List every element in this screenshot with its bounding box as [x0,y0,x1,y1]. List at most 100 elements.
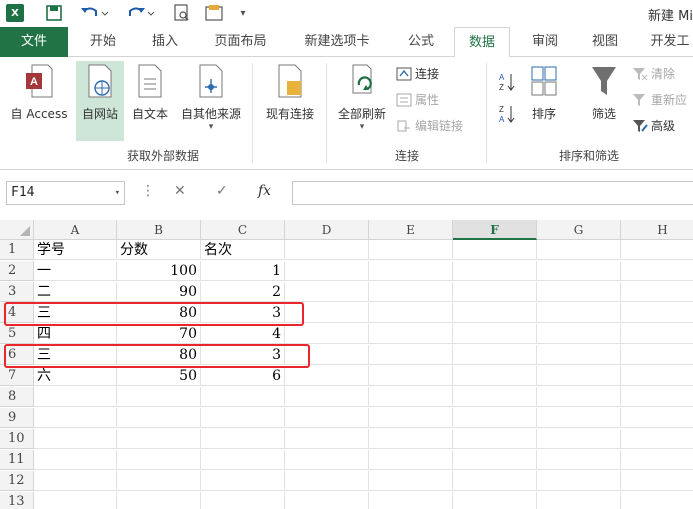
existing-connections-button[interactable]: 现有连接 [258,61,322,141]
cell[interactable] [285,345,369,365]
cell[interactable] [621,345,693,365]
cell[interactable]: 3 [201,303,285,323]
cell[interactable] [201,471,285,491]
cell[interactable] [537,345,621,365]
other-sources-dropdown-icon[interactable]: ▾ [174,122,248,132]
sort-button[interactable]: 排序 [524,61,564,141]
row-header[interactable]: 11 [0,450,34,470]
cell[interactable] [453,366,537,386]
cell[interactable] [201,450,285,470]
cell[interactable]: 四 [34,324,117,344]
cell[interactable] [117,408,201,428]
tab-new-tab[interactable]: 新建选项卡 [292,27,382,57]
sort-descending-button[interactable]: ZA [498,103,516,125]
cell[interactable]: 1 [201,261,285,281]
cell[interactable]: 4 [201,324,285,344]
cell[interactable] [369,387,453,407]
tab-page-layout[interactable]: 页面布局 [203,27,278,57]
refresh-all-button[interactable]: 全部刷新 ▾ [332,61,392,141]
cell[interactable]: 70 [117,324,201,344]
cell[interactable] [453,303,537,323]
cell[interactable] [117,471,201,491]
cell[interactable] [537,282,621,302]
cell[interactable] [285,282,369,302]
cell[interactable]: 6 [201,366,285,386]
undo-icon[interactable] [78,4,112,22]
tab-formulas[interactable]: 公式 [396,27,446,57]
cell[interactable] [285,408,369,428]
cell[interactable] [117,492,201,509]
cell[interactable] [537,240,621,260]
cell[interactable] [201,408,285,428]
tab-review[interactable]: 审阅 [520,27,570,57]
save-icon[interactable] [44,4,64,22]
row-header[interactable]: 8 [0,387,34,407]
filter-button[interactable]: 筛选 [584,61,624,141]
cell[interactable] [621,366,693,386]
name-box[interactable]: F14 ▾ [6,181,125,205]
cell[interactable] [369,492,453,509]
column-header-h[interactable]: H [621,220,693,240]
from-access-button[interactable]: A 自 Access [4,61,74,141]
cell[interactable] [117,387,201,407]
cell[interactable] [621,429,693,449]
print-preview-icon[interactable] [172,4,192,22]
cell[interactable] [621,324,693,344]
edit-links-button[interactable]: 编辑链接 [396,115,463,137]
row-header[interactable]: 2 [0,261,34,281]
row-header[interactable]: 5 [0,324,34,344]
cell[interactable]: 学号 [34,240,117,260]
cell[interactable]: 二 [34,282,117,302]
refresh-dropdown-icon[interactable]: ▾ [332,122,392,132]
clear-filter-button[interactable]: 清除 [632,63,675,85]
cell[interactable] [537,366,621,386]
redo-icon[interactable] [124,4,158,22]
cell[interactable] [201,429,285,449]
cell[interactable]: 分数 [117,240,201,260]
cell[interactable] [369,450,453,470]
cell[interactable] [369,366,453,386]
cell[interactable]: 一 [34,261,117,281]
cell[interactable] [369,408,453,428]
row-header[interactable]: 1 [0,240,34,260]
column-header-f[interactable]: F [453,220,537,240]
cell[interactable] [285,492,369,509]
cell[interactable] [537,387,621,407]
cell[interactable] [453,261,537,281]
formula-input[interactable] [292,181,693,205]
cell[interactable] [369,324,453,344]
cell[interactable] [201,492,285,509]
properties-button[interactable]: 属性 [396,89,439,111]
tab-view[interactable]: 视图 [580,27,630,57]
from-other-sources-button[interactable]: 自其他来源 ▾ [174,61,248,141]
row-header[interactable]: 12 [0,471,34,491]
cell[interactable] [453,429,537,449]
reapply-filter-button[interactable]: 重新应 [632,89,687,111]
cell[interactable] [369,240,453,260]
row-header[interactable]: 13 [0,492,34,509]
tab-insert[interactable]: 插入 [140,27,190,57]
cell[interactable]: 2 [201,282,285,302]
cell[interactable] [537,492,621,509]
column-header-e[interactable]: E [369,220,453,240]
tab-developer[interactable]: 开发工 [640,27,693,57]
cell[interactable] [201,387,285,407]
cell[interactable] [453,471,537,491]
cell[interactable] [34,387,117,407]
quick-tool-icon[interactable] [204,4,226,22]
cell[interactable] [537,450,621,470]
cell[interactable] [621,492,693,509]
cell[interactable] [369,429,453,449]
cell[interactable] [453,282,537,302]
column-header-b[interactable]: B [117,220,201,240]
cell[interactable] [285,324,369,344]
cell[interactable] [34,471,117,491]
row-header[interactable]: 4 [0,303,34,323]
cell[interactable] [285,240,369,260]
cell[interactable] [537,261,621,281]
cell[interactable]: 100 [117,261,201,281]
cell[interactable] [453,387,537,407]
enter-icon[interactable]: ✓ [216,183,228,199]
tab-home[interactable]: 开始 [78,27,128,57]
cell[interactable] [537,324,621,344]
